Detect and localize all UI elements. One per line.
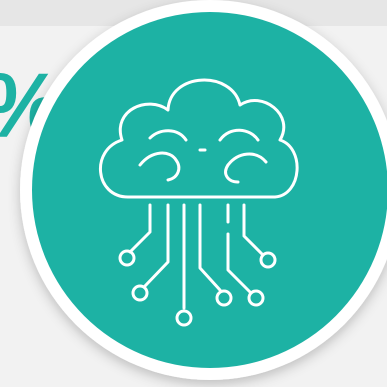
image-canvas: % <box>0 0 387 387</box>
cloud-brain-circuit-icon <box>20 0 387 380</box>
badge-disc <box>32 12 387 368</box>
badge <box>0 0 387 387</box>
